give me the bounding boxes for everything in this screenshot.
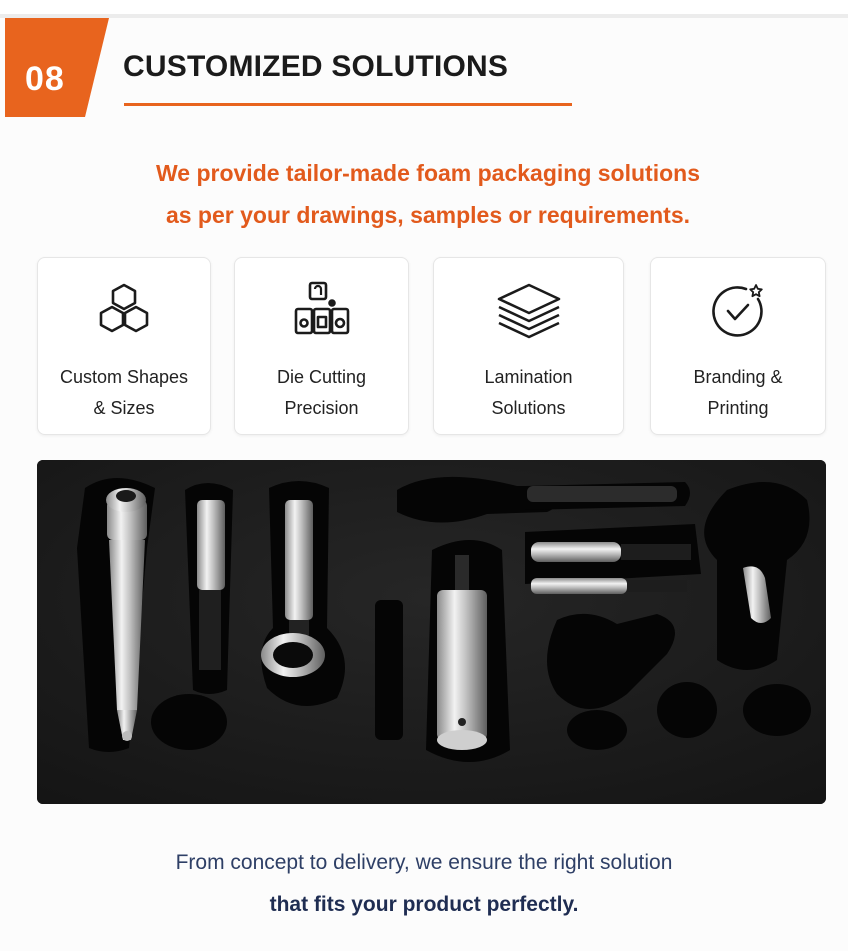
subtitle-line-2: as per your drawings, samples or require…	[165, 202, 691, 228]
hexagon-cluster-icon	[38, 278, 210, 344]
closing-statement: From concept to delivery, we ensure the …	[0, 842, 848, 926]
feature-card-die-cutting: Die Cutting Precision	[234, 257, 409, 435]
feature-label-line-2: & Sizes	[93, 398, 155, 418]
feature-label-line-1: Lamination	[484, 367, 573, 387]
feature-label-line-1: Die Cutting	[276, 367, 367, 387]
feature-card-custom-shapes: Custom Shapes & Sizes	[37, 257, 211, 435]
feature-label: Lamination Solutions	[434, 362, 623, 424]
feature-label-line-1: Custom Shapes	[59, 367, 189, 387]
section-subtitle: We provide tailor-made foam packaging so…	[0, 152, 848, 236]
feature-label-line-2: Precision	[284, 398, 359, 418]
feature-label-line-2: Solutions	[491, 398, 566, 418]
layers-icon	[434, 278, 623, 344]
die-cut-blocks-icon	[235, 278, 408, 344]
badge-check-icon	[651, 278, 825, 344]
section-title: CUSTOMIZED SOLUTIONS	[123, 50, 509, 83]
footer-line-2: that fits your product perfectly.	[269, 893, 579, 916]
feature-label: Branding & Printing	[651, 362, 825, 424]
foam-insert-photo	[37, 460, 826, 804]
section-number: 08	[25, 60, 65, 98]
footer-line-1: From concept to delivery, we ensure the …	[175, 851, 673, 874]
feature-card-branding: Branding & Printing	[650, 257, 826, 435]
title-underline	[124, 103, 572, 106]
feature-card-lamination: Lamination Solutions	[433, 257, 624, 435]
section-number-badge: 08	[5, 18, 109, 117]
feature-label-line-2: Printing	[707, 398, 769, 418]
feature-label: Die Cutting Precision	[235, 362, 408, 424]
feature-label-line-1: Branding &	[693, 367, 783, 387]
feature-label: Custom Shapes & Sizes	[38, 362, 210, 424]
foam-tray-illustration	[37, 460, 826, 804]
subtitle-line-1: We provide tailor-made foam packaging so…	[155, 160, 700, 186]
